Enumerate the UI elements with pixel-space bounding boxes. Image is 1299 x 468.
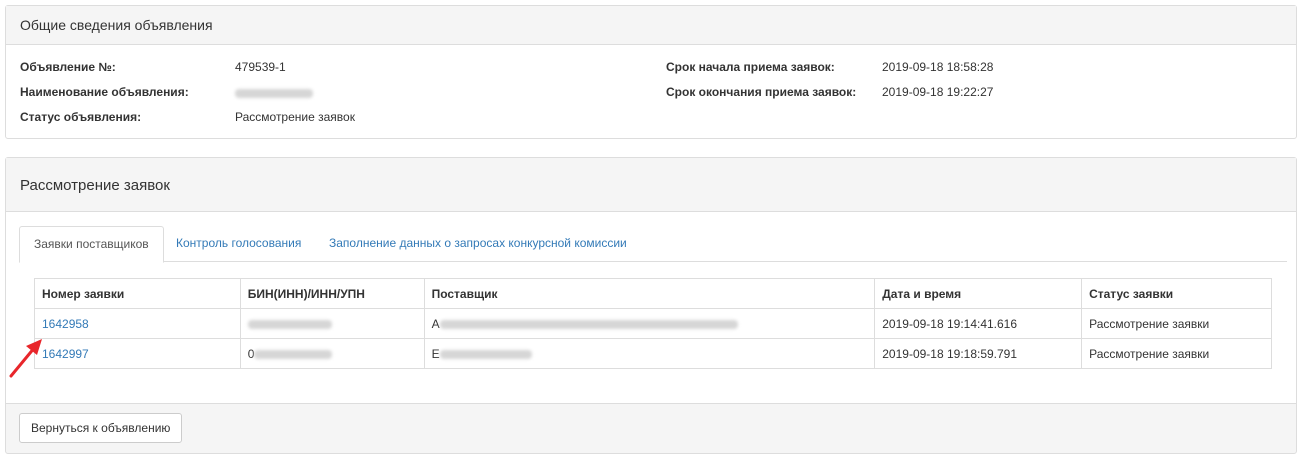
col-header-supplier: Поставщик bbox=[423, 278, 876, 309]
field-value: Рассмотрение заявок bbox=[235, 110, 355, 124]
bin-initial: 0 bbox=[247, 346, 255, 361]
review-body: Заявки поставщиков Контроль голосования … bbox=[6, 212, 1296, 404]
general-info-panel: Общие сведения объявления Объявление №: … bbox=[5, 5, 1297, 139]
supplier-initial: А bbox=[431, 316, 440, 331]
status-cell: Рассмотрение заявки bbox=[1081, 338, 1272, 369]
review-panel: Рассмотрение заявок Заявки поставщиков К… bbox=[5, 157, 1297, 454]
col-header-datetime: Дата и время bbox=[874, 278, 1083, 309]
bid-number-cell: 1642997 bbox=[34, 338, 241, 369]
bin-cell: 0 bbox=[239, 338, 425, 369]
field-label: Срок начала приема заявок: bbox=[666, 60, 835, 74]
field-label: Объявление №: bbox=[20, 60, 116, 74]
tab-commission-requests[interactable]: Заполнение данных о запросах конкурсной … bbox=[315, 226, 641, 262]
datetime-cell: 2019-09-18 19:14:41.616 bbox=[874, 308, 1083, 339]
redacted-bin-cell bbox=[239, 308, 425, 339]
red-arrow-icon bbox=[9, 339, 42, 378]
tab-supplier-bids[interactable]: Заявки поставщиков bbox=[19, 226, 164, 263]
col-header-status: Статус заявки bbox=[1081, 278, 1272, 309]
bid-number-link[interactable]: 1642958 bbox=[42, 317, 89, 331]
bid-number-link[interactable]: 1642997 bbox=[42, 347, 89, 361]
field-value: 479539-1 bbox=[235, 60, 286, 74]
tab-voting-control[interactable]: Контроль голосования bbox=[162, 226, 315, 262]
table-header-row: Номер заявки БИН(ИНН)/ИНН/УПН Поставщик … bbox=[34, 278, 1272, 309]
table-row: 1642958 А 2019-09-18 19:14:41.616 Рассмо… bbox=[34, 308, 1272, 339]
supplier-initial: Е bbox=[431, 346, 440, 361]
col-header-bin: БИН(ИНН)/ИНН/УПН bbox=[239, 278, 425, 309]
table-row: 1642997 0 Е 2019-09-18 19:18:59.791 Расс… bbox=[34, 338, 1272, 369]
bids-table: Номер заявки БИН(ИНН)/ИНН/УПН Поставщик … bbox=[34, 278, 1272, 369]
col-header-number: Номер заявки bbox=[34, 278, 241, 309]
datetime-cell: 2019-09-18 19:18:59.791 bbox=[874, 338, 1083, 369]
field-value: 2019-09-18 19:22:27 bbox=[882, 85, 994, 99]
supplier-cell: А bbox=[423, 308, 876, 339]
back-to-announcement-button[interactable]: Вернуться к объявлению bbox=[19, 413, 183, 443]
general-info-title: Общие сведения объявления bbox=[6, 6, 1296, 45]
supplier-cell: Е bbox=[423, 338, 876, 369]
bid-number-cell: 1642958 bbox=[34, 308, 241, 339]
redacted-value bbox=[235, 86, 313, 100]
tabs-bar: Заявки поставщиков Контроль голосования … bbox=[19, 226, 1287, 263]
field-label: Наименование объявления: bbox=[20, 85, 189, 99]
status-cell: Рассмотрение заявки bbox=[1081, 308, 1272, 339]
field-value: 2019-09-18 18:58:28 bbox=[882, 60, 994, 74]
field-label: Срок окончания приема заявок: bbox=[666, 85, 857, 99]
field-label: Статус объявления: bbox=[20, 110, 142, 124]
review-title: Рассмотрение заявок bbox=[6, 158, 1296, 212]
